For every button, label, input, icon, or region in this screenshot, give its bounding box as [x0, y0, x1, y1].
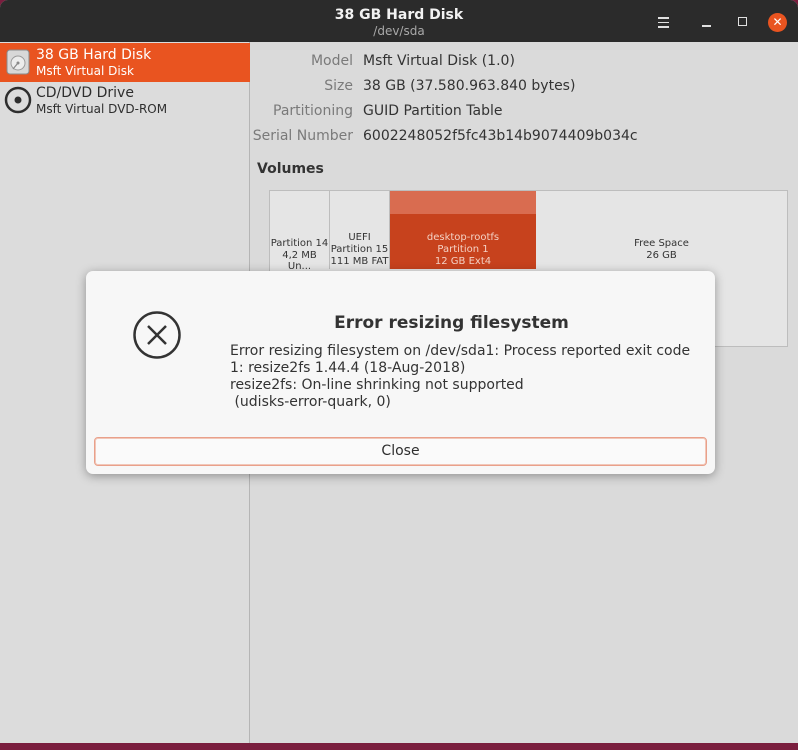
partition-header — [390, 191, 536, 214]
partition-detail: Partition 1 — [437, 244, 489, 255]
partition-14[interactable]: Partition 14 4,2 MB Un... — [270, 191, 330, 272]
dialog-title: Error resizing filesystem — [334, 313, 569, 333]
hamburger-menu-icon[interactable] — [653, 12, 673, 32]
window-close-button[interactable]: ✕ — [768, 13, 787, 32]
window-subtitle: /dev/sda — [373, 24, 425, 38]
window-title: 38 GB Hard Disk — [334, 7, 464, 23]
optical-disc-icon — [4, 86, 32, 114]
model-value: Msft Virtual Disk (1.0) — [363, 53, 515, 69]
maximize-icon[interactable] — [732, 12, 752, 32]
error-dialog: Error resizing filesystem Error resizing… — [86, 271, 715, 474]
partition-label: Partition 14 — [270, 238, 329, 249]
drive-model: Msft Virtual DVD-ROM — [36, 102, 168, 116]
desktop-background — [0, 743, 798, 750]
serial-number-label: Serial Number — [252, 128, 353, 144]
serial-number-value: 6002248052f5fc43b14b9074409b034c — [363, 128, 638, 144]
close-button[interactable]: Close — [94, 437, 707, 466]
titlebar: 38 GB Hard Disk /dev/sda ✕ — [0, 0, 798, 42]
free-space-label: Free Space — [634, 238, 689, 249]
partition-label: UEFI — [348, 232, 371, 243]
drive-name: CD/DVD Drive — [36, 85, 134, 101]
partition-1-selected[interactable]: desktop-rootfs Partition 1 12 GB Ext4 — [390, 191, 536, 269]
partition-size: 12 GB Ext4 — [434, 256, 492, 267]
partition-detail: Partition 15 — [330, 244, 389, 255]
partitioning-label: Partitioning — [273, 103, 353, 119]
drive-item-hard-disk[interactable]: 38 GB Hard Disk Msft Virtual Disk — [0, 43, 250, 82]
partition-15[interactable]: UEFI Partition 15 111 MB FAT — [330, 191, 390, 269]
hard-disk-icon — [6, 49, 30, 75]
size-value: 38 GB (37.580.963.840 bytes) — [363, 78, 576, 94]
free-space[interactable]: Free Space 26 GB — [536, 191, 787, 269]
dialog-message: Error resizing filesystem on /dev/sda1: … — [230, 343, 691, 410]
partitioning-value: GUID Partition Table — [363, 103, 503, 119]
drive-model: Msft Virtual Disk — [36, 64, 134, 78]
model-label: Model — [310, 53, 353, 69]
minimize-icon[interactable] — [696, 12, 716, 32]
partition-size: 111 MB FAT — [330, 256, 389, 267]
volumes-heading: Volumes — [257, 161, 324, 177]
size-label: Size — [324, 78, 353, 94]
partition-detail: 4,2 MB Un... — [282, 250, 317, 272]
partition-label: desktop-rootfs — [426, 232, 500, 243]
free-space-size: 26 GB — [646, 250, 677, 261]
drive-item-cd-dvd[interactable]: CD/DVD Drive Msft Virtual DVD-ROM — [0, 81, 250, 120]
drive-name: 38 GB Hard Disk — [36, 47, 152, 63]
